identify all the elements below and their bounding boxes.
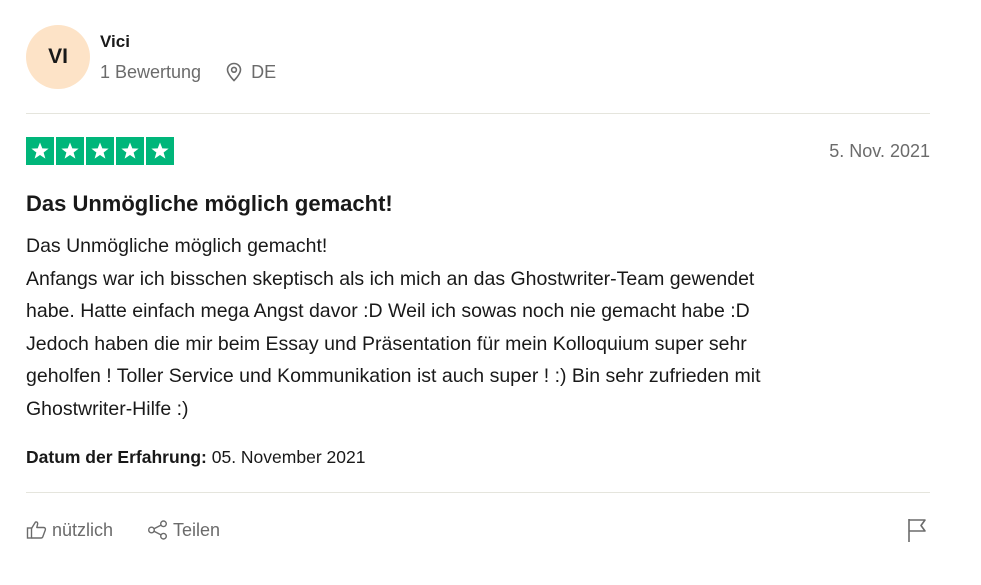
review-body-line: habe. Hatte einfach mega Angst davor :D … bbox=[26, 300, 750, 322]
useful-label: nützlich bbox=[52, 519, 114, 540]
star-icon bbox=[86, 137, 114, 165]
rating-row: 5. Nov. 2021 bbox=[26, 137, 930, 165]
review-count: 1 Bewertung bbox=[100, 61, 202, 82]
review-body-line: Das Unmögliche möglich gemacht! bbox=[26, 235, 328, 257]
review-body-line: geholfen ! Toller Service und Kommunikat… bbox=[26, 365, 761, 387]
consumer-info: Vici 1 Bewertung DE bbox=[100, 32, 276, 83]
avatar[interactable]: VI bbox=[26, 25, 90, 89]
review-card: VI Vici 1 Bewertung DE 5. Nov. 2021 Das … bbox=[26, 24, 930, 567]
divider bbox=[26, 113, 930, 114]
consumer-header: VI Vici 1 Bewertung DE bbox=[26, 24, 930, 90]
star-icon bbox=[146, 137, 174, 165]
review-body: Das Unmögliche möglich gemacht! Anfangs … bbox=[26, 230, 930, 425]
review-title[interactable]: Das Unmögliche möglich gemacht! bbox=[26, 190, 930, 218]
star-icon bbox=[26, 137, 54, 165]
location-pin-icon bbox=[225, 62, 243, 82]
star-icon bbox=[56, 137, 84, 165]
share-label: Teilen bbox=[173, 519, 221, 540]
consumer-meta: 1 Bewertung DE bbox=[100, 62, 276, 83]
review-date: 5. Nov. 2021 bbox=[829, 140, 930, 161]
experience-date-value: 05. November 2021 bbox=[211, 447, 366, 467]
experience-date-label: Datum der Erfahrung: bbox=[26, 447, 207, 467]
useful-button[interactable]: nützlich bbox=[26, 520, 113, 541]
star-icon bbox=[116, 137, 144, 165]
review-body-line: Jedoch haben die mir beim Essay und Präs… bbox=[26, 332, 747, 355]
share-icon bbox=[147, 520, 173, 540]
consumer-name[interactable]: Vici bbox=[100, 32, 276, 52]
experience-date: Datum der Erfahrung: 05. November 2021 bbox=[26, 447, 930, 468]
share-button[interactable]: Teilen bbox=[147, 520, 220, 541]
thumbs-up-icon bbox=[26, 520, 52, 540]
review-body-line: Anfangs war ich bisschen skeptisch als i… bbox=[26, 267, 755, 290]
review-actions: nützlich Teilen bbox=[26, 493, 930, 567]
consumer-country: DE bbox=[251, 61, 277, 82]
flag-icon[interactable] bbox=[906, 517, 928, 543]
review-body-line: Ghostwriter-Hilfe :) bbox=[26, 397, 189, 420]
star-rating bbox=[26, 137, 174, 165]
